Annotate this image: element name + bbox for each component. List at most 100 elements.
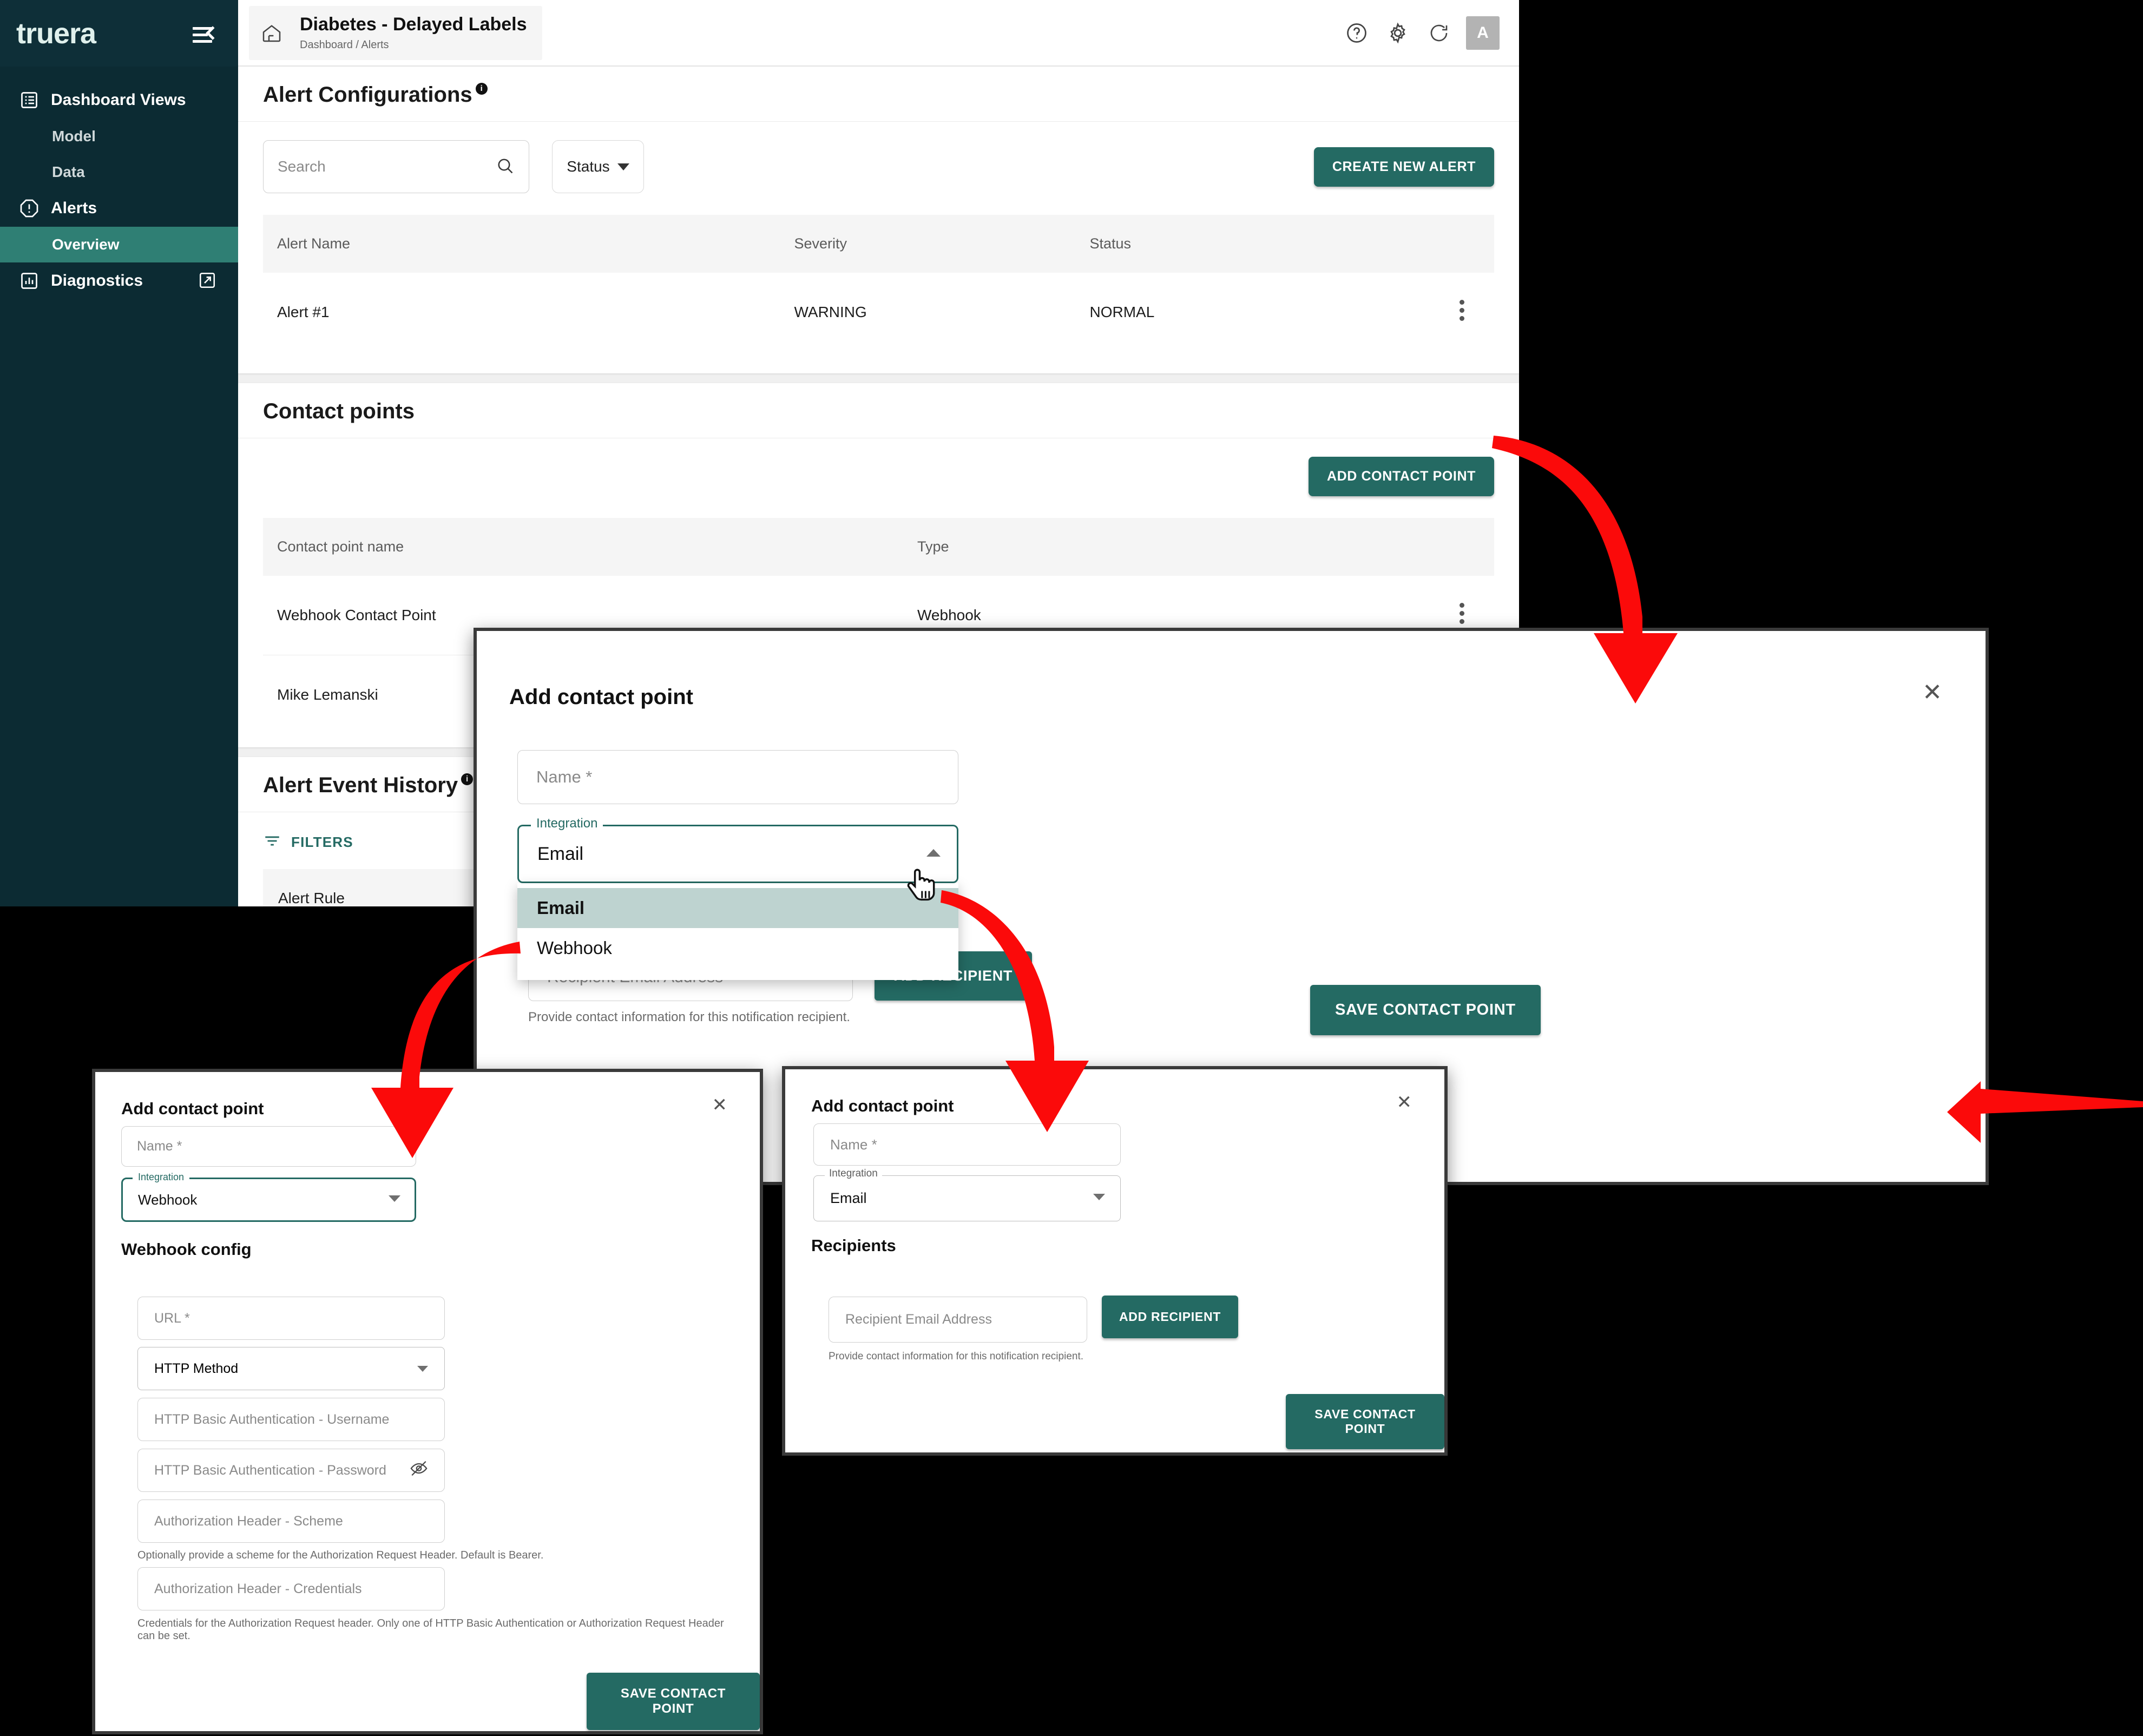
section-title: Alert Configurations	[263, 83, 472, 107]
alert-configurations-toolbar: Status CREATE NEW ALERT	[238, 122, 1519, 203]
search-input[interactable]	[263, 140, 529, 193]
info-icon[interactable]: i	[461, 773, 474, 785]
sidebar-item-dashboard-views[interactable]: Dashboard Views	[0, 82, 238, 119]
cell-severity: WARNING	[794, 304, 867, 320]
sidebar-header: truera	[0, 0, 238, 67]
close-icon[interactable]: ✕	[1397, 1093, 1412, 1112]
basic-auth-password-placeholder: HTTP Basic Authentication - Password	[154, 1462, 386, 1478]
search-icon	[495, 156, 515, 178]
integration-dropdown-menu: Email Webhook	[517, 883, 958, 980]
alert-configurations-card: Alert Configurations i Status CREATE NE	[238, 67, 1519, 373]
page-title: Diabetes - Delayed Labels	[300, 14, 527, 35]
sidebar-item-label: Data	[52, 163, 85, 180]
table-header-row: Contact point name Type	[263, 518, 1494, 576]
topbar-actions: A	[1343, 16, 1519, 50]
contact-points-header: Contact points	[238, 383, 1519, 438]
add-contact-point-button[interactable]: ADD CONTACT POINT	[1309, 457, 1494, 496]
breadcrumb: Diabetes - Delayed Labels Dashboard / Al…	[249, 5, 542, 60]
sidebar-item-model[interactable]: Model	[0, 119, 238, 154]
list-icon	[18, 89, 40, 111]
name-input[interactable]: Name *	[517, 750, 958, 804]
help-circle-icon[interactable]	[1343, 19, 1371, 47]
section-title: Alert Event History	[263, 773, 458, 797]
sidebar-item-alerts[interactable]: Alerts	[0, 190, 238, 227]
integration-label: Integration	[133, 1172, 190, 1183]
alerts-table: Alert Name Severity Status Alert #1 WARN…	[263, 215, 1494, 352]
sidebar-item-data[interactable]: Data	[0, 154, 238, 190]
name-input[interactable]: Name *	[813, 1123, 1121, 1166]
basic-auth-password-input[interactable]: HTTP Basic Authentication - Password	[137, 1449, 445, 1492]
table-row[interactable]: Alert #1 WARNING NORMAL	[263, 273, 1494, 352]
save-contact-point-button[interactable]: SAVE CONTACT POINT	[1286, 1394, 1444, 1449]
recipient-email-input[interactable]: Recipient Email Address	[829, 1297, 1087, 1343]
integration-label: Integration	[531, 816, 603, 831]
integration-select[interactable]: Integration Webhook	[121, 1172, 416, 1222]
url-input[interactable]: URL *	[137, 1297, 445, 1340]
webhook-config-section-title: Webhook config	[121, 1240, 252, 1259]
status-filter-dropdown[interactable]: Status	[552, 140, 644, 193]
sidebar-item-label: Diagnostics	[51, 272, 143, 290]
alert-configurations-header: Alert Configurations i	[238, 67, 1519, 122]
close-icon[interactable]: ✕	[1922, 681, 1942, 705]
cell-alert-name: Alert #1	[277, 304, 330, 320]
alert-icon	[18, 198, 40, 219]
add-contact-point-dialog-email: Add contact point ✕ Name * Integration E…	[782, 1066, 1448, 1456]
integration-select[interactable]: Integration Email	[517, 816, 958, 883]
truera-logo: truera	[16, 17, 96, 50]
basic-auth-username-input[interactable]: HTTP Basic Authentication - Username	[137, 1398, 445, 1441]
create-new-alert-button[interactable]: CREATE NEW ALERT	[1313, 147, 1494, 187]
cell-status: NORMAL	[1089, 304, 1155, 320]
recipient-helper-text: Provide contact information for this not…	[528, 1010, 850, 1024]
sidebar-item-overview[interactable]: Overview	[0, 227, 238, 262]
integration-value: Email	[537, 843, 584, 864]
recipient-helper-text: Provide contact information for this not…	[829, 1351, 1084, 1362]
eye-off-icon[interactable]	[410, 1459, 428, 1482]
avatar[interactable]: A	[1466, 16, 1500, 50]
chevron-down-icon	[416, 1361, 429, 1377]
search-field[interactable]	[278, 158, 495, 175]
name-input[interactable]: Name *	[121, 1126, 416, 1167]
dropdown-option-webhook[interactable]: Webhook	[517, 928, 958, 968]
dialog-title: Add contact point	[509, 685, 693, 709]
refresh-icon[interactable]	[1425, 19, 1453, 47]
row-menu-icon[interactable]	[1460, 297, 1466, 324]
row-menu-icon[interactable]	[1460, 600, 1466, 627]
home-icon[interactable]	[249, 22, 294, 44]
authorization-header-scheme-input[interactable]: Authorization Header - Scheme	[137, 1500, 445, 1543]
sidebar-item-label: Alerts	[51, 199, 97, 217]
collapse-menu-icon[interactable]	[193, 21, 220, 47]
authorization-header-credentials-input[interactable]: Authorization Header - Credentials	[137, 1567, 445, 1610]
dropdown-option-email[interactable]: Email	[517, 888, 958, 928]
filter-icon	[263, 832, 281, 853]
recipients-section-title: Recipients	[811, 1236, 896, 1255]
http-method-select[interactable]: HTTP Method	[137, 1347, 445, 1390]
column-header-severity: Severity	[780, 215, 1076, 273]
integration-select[interactable]: Integration Email	[813, 1168, 1121, 1221]
breadcrumb-path: Dashboard / Alerts	[300, 38, 389, 51]
section-title: Contact points	[263, 399, 415, 423]
chevron-up-icon	[925, 848, 942, 860]
close-icon[interactable]: ✕	[712, 1096, 728, 1114]
info-icon[interactable]: i	[475, 83, 488, 95]
add-contact-point-dialog-webhook: Add contact point ✕ Name * Integration W…	[92, 1069, 763, 1734]
save-contact-point-button[interactable]: SAVE CONTACT POINT	[1310, 985, 1541, 1035]
column-header-type: Type	[903, 518, 1445, 576]
authorization-credentials-helper-text: Credentials for the Authorization Reques…	[137, 1617, 724, 1642]
gear-icon[interactable]	[1384, 19, 1412, 47]
sidebar-nav: Dashboard Views Model Data Alerts Overvi…	[0, 67, 238, 299]
save-contact-point-button[interactable]: SAVE CONTACT POINT	[587, 1673, 760, 1730]
chevron-down-icon	[617, 163, 629, 170]
sidebar-item-diagnostics[interactable]: Diagnostics	[0, 262, 238, 299]
column-header-status: Status	[1075, 215, 1445, 273]
integration-value: Email	[830, 1190, 867, 1206]
dialog-title: Add contact point	[811, 1096, 954, 1115]
filters-label: FILTERS	[291, 834, 353, 850]
sidebar-item-label: Dashboard Views	[51, 91, 186, 109]
sidebar-item-label: Model	[52, 128, 96, 144]
external-link-icon[interactable]	[198, 271, 216, 294]
add-recipient-button[interactable]: ADD RECIPIENT	[1102, 1296, 1239, 1338]
top-bar: Diabetes - Delayed Labels Dashboard / Al…	[238, 0, 1519, 67]
sidebar-item-label: Overview	[52, 236, 120, 253]
chevron-down-icon	[387, 1194, 402, 1206]
dialog-title: Add contact point	[121, 1099, 264, 1118]
